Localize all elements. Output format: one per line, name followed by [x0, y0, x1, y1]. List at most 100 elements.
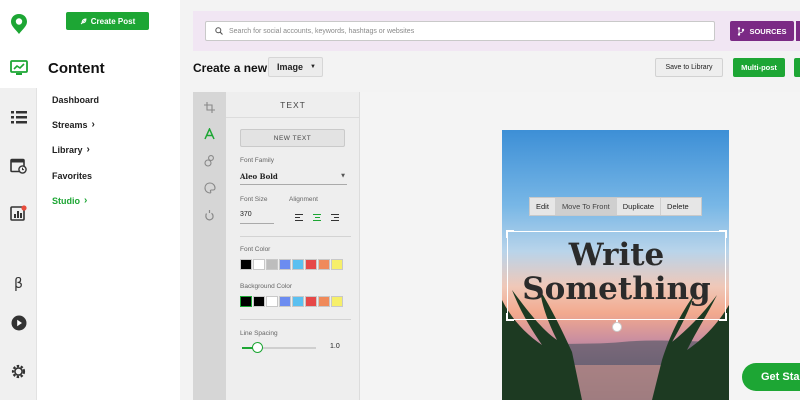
palette-icon[interactable] [193, 175, 226, 201]
nav-item-dashboard[interactable]: Dashboard [52, 95, 99, 105]
edit-menu-item[interactable]: Edit [530, 198, 556, 215]
divider [240, 236, 351, 237]
compose-icon[interactable] [0, 48, 37, 88]
sources-secondary-button[interactable] [796, 21, 800, 41]
color-swatch[interactable] [292, 296, 304, 307]
crop-icon[interactable] [193, 94, 226, 120]
search-input[interactable]: Search for social accounts, keywords, ha… [205, 21, 715, 41]
color-swatch[interactable] [253, 259, 265, 270]
play-icon[interactable] [0, 303, 37, 343]
text-panel: TEXT NEW TEXT Font Family Aleo Bold ▼ Fo… [226, 92, 360, 400]
duplicate-menu-item[interactable]: Duplicate [617, 198, 662, 215]
search-placeholder: Search for social accounts, keywords, ha… [229, 27, 415, 35]
color-swatch[interactable] [279, 296, 291, 307]
sources-label: SOURCES [749, 26, 787, 36]
beta-icon[interactable]: β [0, 264, 37, 304]
nav-item-streams[interactable]: Streams › [52, 119, 95, 131]
text-context-menu: Edit Move To Front Duplicate Delete [529, 197, 702, 216]
caret-down-icon: ▼ [310, 64, 316, 70]
color-swatch[interactable] [331, 296, 343, 307]
color-swatch[interactable] [266, 296, 278, 307]
line-spacing-label: Line Spacing [240, 330, 278, 337]
resize-handle[interactable] [506, 230, 514, 238]
color-swatch[interactable] [279, 259, 291, 270]
nav-item-label: Streams [52, 120, 88, 130]
chevron-right-icon: › [91, 119, 95, 130]
delete-menu-item[interactable]: Delete [661, 198, 695, 215]
nav-item-label: Dashboard [52, 95, 100, 105]
search-bar-area: Search for social accounts, keywords, ha… [193, 11, 800, 51]
font-family-select[interactable]: Aleo Bold ▼ [240, 172, 347, 185]
color-swatch[interactable] [318, 259, 330, 270]
resize-handle[interactable] [719, 313, 727, 321]
feather-icon [80, 18, 87, 24]
align-center-icon[interactable] [313, 214, 321, 221]
alignment-label: Alignment [289, 196, 318, 203]
nav-title: Content [48, 60, 105, 77]
list-icon[interactable] [0, 97, 37, 137]
line-spacing-handle[interactable] [252, 342, 263, 353]
create-post-button[interactable]: Create Post [66, 12, 149, 30]
text-icon[interactable] [193, 121, 226, 147]
caret-down-icon: ▼ [341, 173, 345, 179]
tool-rail [193, 92, 226, 400]
chevron-right-icon: › [86, 144, 90, 155]
type-select[interactable]: Image ▼ [268, 57, 323, 77]
color-swatch[interactable] [318, 296, 330, 307]
font-size-label: Font Size [240, 196, 268, 203]
resize-handle[interactable] [506, 313, 514, 321]
fill-icon[interactable] [193, 202, 226, 228]
panel-title: TEXT [226, 92, 360, 118]
nav-item-favorites[interactable]: Favorites [52, 171, 92, 181]
save-to-library-button[interactable]: Save to Library [655, 58, 723, 77]
move-to-front-menu-item[interactable]: Move To Front [555, 198, 617, 215]
nav-item-label: Favorites [52, 171, 93, 181]
sources-button[interactable]: SOURCES [730, 21, 794, 41]
font-size-input[interactable]: 370 [240, 211, 252, 218]
align-left-icon[interactable] [295, 214, 303, 221]
font-color-swatches [240, 259, 343, 270]
cut-off-button[interactable] [794, 58, 800, 77]
get-started-button[interactable]: Get Sta [742, 363, 800, 391]
chevron-right-icon: › [84, 195, 88, 206]
app-logo-icon[interactable] [0, 0, 37, 48]
gear-icon[interactable] [0, 351, 37, 391]
nav-item-studio[interactable]: Studio › [52, 195, 88, 207]
content-nav: Create Post Content Dashboard Streams › L… [37, 0, 180, 400]
color-swatch-selected[interactable] [240, 296, 252, 307]
type-value: Image [277, 62, 304, 72]
color-swatch[interactable] [305, 296, 317, 307]
color-swatch[interactable] [331, 259, 343, 270]
analytics-icon[interactable] [0, 193, 37, 233]
search-icon [215, 27, 223, 35]
font-size-underline [240, 223, 274, 224]
font-color-label: Font Color [240, 246, 271, 253]
icon-rail: β [0, 0, 37, 400]
nav-item-library[interactable]: Library › [52, 144, 90, 156]
background-color-label: Background Color [240, 283, 293, 290]
background-color-swatches [240, 296, 343, 307]
calendar-icon[interactable] [0, 145, 37, 185]
resize-handle[interactable] [719, 230, 727, 238]
divider [240, 319, 351, 320]
new-text-button[interactable]: NEW TEXT [240, 129, 345, 147]
color-swatch[interactable] [240, 259, 252, 270]
branch-icon [738, 26, 745, 36]
color-swatch[interactable] [305, 259, 317, 270]
nav-item-label: Library [52, 145, 83, 155]
color-swatch[interactable] [253, 296, 265, 307]
create-new-label: Create a new [193, 61, 268, 75]
align-right-icon[interactable] [331, 214, 339, 221]
rotate-handle[interactable] [612, 322, 622, 332]
nav-item-label: Studio [52, 196, 80, 206]
create-post-label: Create Post [90, 16, 136, 26]
color-swatch[interactable] [266, 259, 278, 270]
poster-text[interactable]: Write Something [507, 238, 726, 306]
poster-text-line: Write [568, 237, 665, 273]
beta-label: β [14, 276, 23, 292]
poster-text-line: Something [522, 271, 711, 307]
color-swatch[interactable] [292, 259, 304, 270]
shapes-icon[interactable] [193, 148, 226, 174]
line-spacing-value: 1.0 [330, 343, 340, 350]
multi-post-button[interactable]: Multi-post [733, 58, 785, 77]
